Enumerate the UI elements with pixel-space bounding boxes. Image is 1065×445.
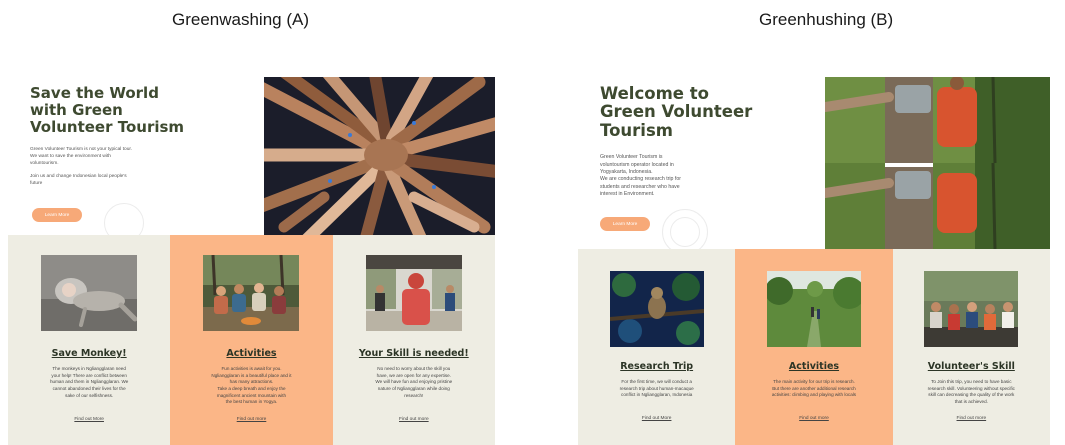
card-description: The main activity for our trip is resear… xyxy=(771,379,857,398)
group-meeting-photo xyxy=(924,271,1019,347)
hero-title: Welcome to Green Volunteer Tourism xyxy=(600,84,753,140)
card-title[interactable]: Activities xyxy=(170,348,332,359)
find-out-more-link[interactable]: Find out more xyxy=(893,416,1050,421)
card-volunteers-skill: Volunteer's Skill To Join this trip, you… xyxy=(892,249,1050,445)
volunteer-photo xyxy=(365,255,462,331)
feature-cards: Save Monkey! The monkeys in Ngliangglara… xyxy=(8,235,495,445)
website-mockup-greenwashing: Save the World with Green Volunteer Tour… xyxy=(8,77,495,445)
monkey-photo xyxy=(41,255,138,331)
hero-text-block: Save the World with Green Volunteer Tour… xyxy=(30,85,260,188)
card-research-trip: Research Trip For the first time, we wil… xyxy=(578,249,736,445)
hands-together-photo xyxy=(249,77,495,251)
card-description: The monkeys in Ngliangglaran need your h… xyxy=(49,366,129,398)
caption-greenwashing: Greenwashing (A) xyxy=(172,10,310,29)
card-title[interactable]: Activities xyxy=(735,361,892,372)
forest-trail-photo xyxy=(766,271,861,347)
find-out-more-link[interactable]: Find out more xyxy=(333,417,495,422)
decorative-circle xyxy=(670,217,700,247)
card-description: For the first time, we will conduct a re… xyxy=(619,379,694,398)
website-mockup-greenhushing: Welcome to Green Volunteer Tourism Green… xyxy=(578,77,1050,445)
hero-description: Green Volunteer Tourism is not your typi… xyxy=(30,147,133,186)
learn-more-button[interactable]: Learn More xyxy=(32,208,82,222)
card-title[interactable]: Research Trip xyxy=(578,361,735,372)
card-title[interactable]: Save Monkey! xyxy=(8,348,170,359)
hero-section: Save the World with Green Volunteer Tour… xyxy=(8,77,495,251)
feature-cards: Research Trip For the first time, we wil… xyxy=(578,249,1050,445)
card-title[interactable]: Your Skill is needed! xyxy=(333,348,495,359)
hero-description: Green Volunteer Tourism is voluntourism … xyxy=(600,154,681,197)
card-save-monkey: Save Monkey! The monkeys in Ngliangglara… xyxy=(8,235,171,445)
macaque-in-tree-photo xyxy=(609,271,704,347)
find-out-more-link[interactable]: Find out more xyxy=(170,417,332,422)
card-activities: Activities Fun activities is await for y… xyxy=(170,235,333,445)
card-activities: Activities The main activity for our tri… xyxy=(735,249,893,445)
card-your-skill: Your Skill is needed! No need to worry a… xyxy=(332,235,495,445)
caption-greenhushing: Greenhushing (B) xyxy=(759,10,894,29)
card-description: To Join this trip, you need to have basi… xyxy=(927,379,1015,404)
hero-title: Save the World with Green Volunteer Tour… xyxy=(30,84,185,136)
find-out-more-link[interactable]: Find out More xyxy=(8,417,170,422)
find-out-more-link[interactable]: Find out More xyxy=(578,416,735,421)
hero-text-block: Welcome to Green Volunteer Tourism Green… xyxy=(600,84,830,198)
card-description: No need to worry about the skill you hav… xyxy=(375,366,453,398)
hero-section: Welcome to Green Volunteer Tourism Green… xyxy=(578,77,1050,255)
learn-more-button[interactable]: Learn More xyxy=(600,217,650,231)
tree-tapping-photo xyxy=(820,77,1050,250)
campfire-group-photo xyxy=(203,255,300,331)
card-description: Fun activities is await for you. Ngliang… xyxy=(211,366,292,405)
card-title[interactable]: Volunteer's Skill xyxy=(893,361,1050,372)
find-out-more-link[interactable]: Find out more xyxy=(735,416,892,421)
